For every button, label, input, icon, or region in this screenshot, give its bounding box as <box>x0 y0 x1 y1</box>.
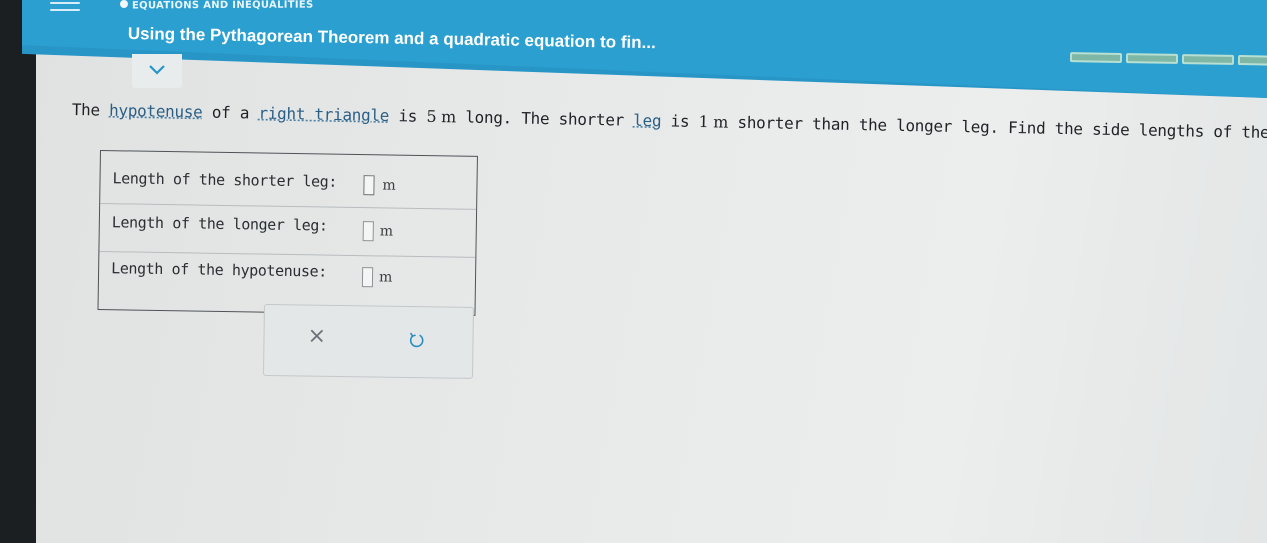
answer-row-shorter-leg: Length of the shorter leg: <box>112 169 337 191</box>
row-divider <box>100 203 477 210</box>
expand-toggle-button[interactable] <box>132 54 182 88</box>
longer-leg-unit: m <box>379 223 394 240</box>
hypotenuse-length-value: 5 m <box>426 106 457 127</box>
longer-leg-input[interactable] <box>362 221 374 242</box>
shorter-leg-label: Length of the shorter leg: <box>112 169 338 191</box>
progress-segment <box>1237 55 1267 66</box>
question-fragment: long. The shorter <box>455 107 634 130</box>
answer-panel: Length of the shorter leg: m Length of t… <box>97 150 478 316</box>
progress-segment <box>1069 52 1123 63</box>
hypotenuse-unit: m <box>378 269 393 286</box>
progress-segment <box>1181 54 1235 65</box>
hypotenuse-input[interactable] <box>361 267 374 288</box>
action-panel: × <box>262 304 474 379</box>
progress-segment <box>1125 53 1179 64</box>
difference-value: 1 m <box>698 112 729 132</box>
undo-icon <box>409 332 424 348</box>
hypotenuse-link[interactable]: hypotenuse <box>109 101 203 122</box>
question-fragment: of a <box>202 102 259 123</box>
shorter-leg-unit: m <box>382 177 396 194</box>
answer-row-longer-leg: Length of the longer leg: <box>112 213 328 234</box>
hamburger-menu-icon[interactable] <box>50 2 80 20</box>
question-fragment: The <box>71 100 110 120</box>
row-divider <box>99 251 476 258</box>
longer-leg-label: Length of the longer leg: <box>111 213 328 235</box>
monitor-bezel <box>0 0 36 543</box>
question-fragment: is <box>388 106 427 126</box>
hypotenuse-label: Length of the hypotenuse: <box>111 259 328 281</box>
chevron-down-icon <box>149 65 165 75</box>
right-triangle-link[interactable]: right triangle <box>258 104 389 126</box>
answer-row-hypotenuse: Length of the hypotenuse: <box>111 259 327 280</box>
shorter-leg-input[interactable] <box>363 175 375 196</box>
clear-button[interactable]: × <box>307 324 326 349</box>
question-fragment: is <box>661 111 699 132</box>
leg-link[interactable]: leg <box>633 111 661 131</box>
undo-button[interactable] <box>407 331 425 353</box>
breadcrumb: EQUATIONS AND INEQUALITIES <box>131 0 314 12</box>
topic-dot-icon <box>120 0 128 8</box>
